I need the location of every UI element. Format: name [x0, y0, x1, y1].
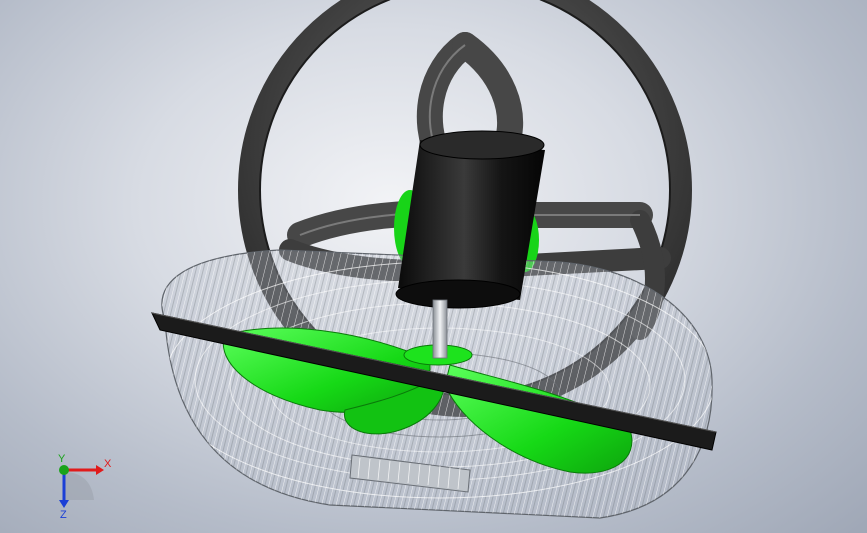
x-axis-label: X [104, 458, 112, 470]
z-axis-label: Z [60, 509, 67, 521]
triad-shadow [64, 472, 94, 500]
motor-housing[interactable] [395, 130, 545, 309]
x-axis-arrow [96, 465, 104, 475]
y-axis-label: Y [58, 453, 66, 465]
fan-model[interactable] [0, 0, 867, 533]
3d-viewport[interactable] [0, 0, 867, 533]
z-axis-arrow [59, 500, 69, 508]
axis-triad: X Z Y [44, 452, 114, 522]
shaft [432, 299, 448, 359]
y-axis-dot [59, 465, 69, 475]
